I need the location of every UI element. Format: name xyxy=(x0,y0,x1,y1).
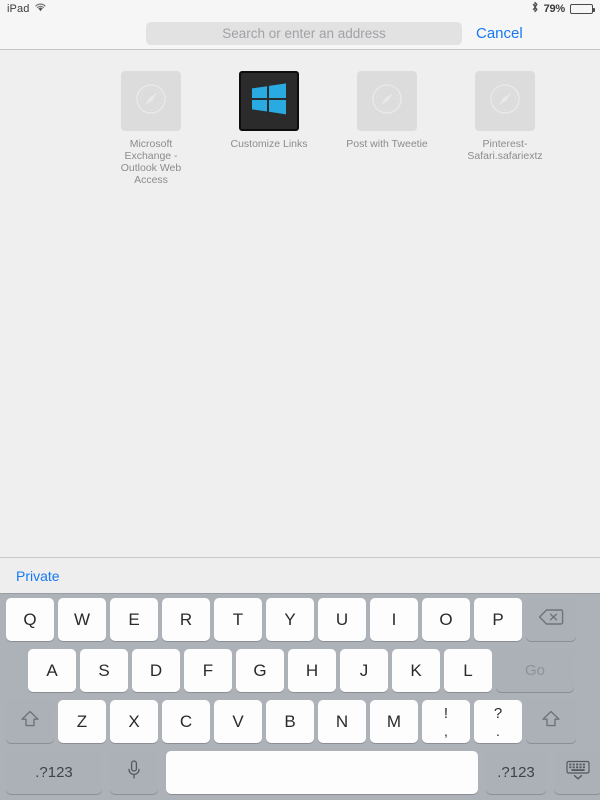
keyboard-row-2: A S D F G H J K L Go xyxy=(0,649,600,696)
private-button[interactable]: Private xyxy=(16,568,60,584)
bookmark-thumbnail xyxy=(475,71,535,131)
shift-key-left[interactable] xyxy=(6,700,54,743)
key-Z[interactable]: Z xyxy=(58,700,106,743)
key-X[interactable]: X xyxy=(110,700,158,743)
windows-logo-icon xyxy=(250,82,288,121)
space-key[interactable] xyxy=(166,751,478,794)
numeric-key-left[interactable]: .?123 xyxy=(6,751,102,794)
ipad-safari-screen: iPad 79% Search or enter an address Canc… xyxy=(0,0,600,800)
key-comma-label: , xyxy=(444,722,448,739)
hide-keyboard-icon xyxy=(564,759,592,786)
numeric-key-label: .?123 xyxy=(35,764,73,781)
safari-compass-icon xyxy=(485,79,525,124)
key-B[interactable]: B xyxy=(266,700,314,743)
hide-keyboard-key[interactable] xyxy=(554,751,600,794)
key-question-label: ? xyxy=(493,704,503,722)
key-T[interactable]: T xyxy=(214,598,262,641)
key-A[interactable]: A xyxy=(28,649,76,692)
key-V[interactable]: V xyxy=(214,700,262,743)
key-period-label: . xyxy=(496,722,500,739)
safari-compass-icon xyxy=(131,79,171,124)
key-I[interactable]: I xyxy=(370,598,418,641)
address-bar[interactable]: Search or enter an address xyxy=(146,21,462,45)
bookmark-label: Pinterest-Safari.safariextz xyxy=(467,138,543,162)
key-U[interactable]: U xyxy=(318,598,366,641)
key-M[interactable]: M xyxy=(370,700,418,743)
numeric-key-label: .?123 xyxy=(497,764,535,781)
device-name-label: iPad xyxy=(7,2,30,15)
key-W[interactable]: W xyxy=(58,598,106,641)
numeric-key-right[interactable]: .?123 xyxy=(486,751,546,794)
address-bar-placeholder: Search or enter an address xyxy=(222,25,386,41)
key-R[interactable]: R xyxy=(162,598,210,641)
shift-icon xyxy=(540,709,562,734)
key-H[interactable]: H xyxy=(288,649,336,692)
key-L[interactable]: L xyxy=(444,649,492,692)
key-E[interactable]: E xyxy=(110,598,158,641)
bookmark-item-customize-links[interactable]: Customize Links xyxy=(224,71,314,186)
private-browsing-bar: Private xyxy=(0,557,600,593)
key-N[interactable]: N xyxy=(318,700,366,743)
key-S[interactable]: S xyxy=(80,649,128,692)
key-Y[interactable]: Y xyxy=(266,598,314,641)
keyboard-row-1: Q W E R T Y U I O P xyxy=(0,598,600,645)
microphone-icon xyxy=(127,759,141,786)
key-O[interactable]: O xyxy=(422,598,470,641)
cancel-button[interactable]: Cancel xyxy=(476,25,523,42)
key-K[interactable]: K xyxy=(392,649,440,692)
backspace-key[interactable] xyxy=(526,598,576,641)
battery-icon xyxy=(570,3,595,14)
backspace-icon xyxy=(538,608,564,631)
bluetooth-icon xyxy=(531,1,539,16)
key-G[interactable]: G xyxy=(236,649,284,692)
bookmarks-content-area: Microsoft Exchange - Outlook Web Access … xyxy=(0,51,600,557)
bookmark-thumbnail xyxy=(239,71,299,131)
shift-icon xyxy=(19,709,41,734)
key-D[interactable]: D xyxy=(132,649,180,692)
status-bar: iPad 79% xyxy=(0,0,600,17)
status-bar-left: iPad xyxy=(7,2,47,15)
bookmark-item-outlook[interactable]: Microsoft Exchange - Outlook Web Access xyxy=(106,71,196,186)
go-key[interactable]: Go xyxy=(496,649,574,692)
wifi-icon xyxy=(34,2,47,15)
browser-toolbar: Search or enter an address Cancel xyxy=(0,17,600,50)
key-exclamation-label: ! xyxy=(443,704,449,722)
onscreen-keyboard: Q W E R T Y U I O P A S D F G H J K L Go… xyxy=(0,593,600,800)
bookmark-label: Microsoft Exchange - Outlook Web Access xyxy=(120,138,182,186)
key-F[interactable]: F xyxy=(184,649,232,692)
bookmark-label: Customize Links xyxy=(230,138,308,150)
shift-key-right[interactable] xyxy=(526,700,576,743)
keyboard-row-3: Z X C V B N M ! , ? . xyxy=(0,700,600,747)
bookmark-grid: Microsoft Exchange - Outlook Web Access … xyxy=(0,51,600,186)
dictation-key[interactable] xyxy=(110,751,158,794)
bookmark-item-pinterest[interactable]: Pinterest-Safari.safariextz xyxy=(460,71,550,186)
status-bar-right: 79% xyxy=(531,1,595,16)
key-J[interactable]: J xyxy=(340,649,388,692)
go-key-label: Go xyxy=(524,662,545,679)
bookmark-label: Post with Tweetie xyxy=(346,138,428,150)
bookmark-thumbnail xyxy=(357,71,417,131)
key-exclamation-comma[interactable]: ! , xyxy=(422,700,470,743)
keyboard-row-4: .?123 .?123 xyxy=(0,751,600,798)
battery-percent-label: 79% xyxy=(543,2,566,15)
bookmark-item-tweetie[interactable]: Post with Tweetie xyxy=(342,71,432,186)
bookmark-thumbnail xyxy=(121,71,181,131)
safari-compass-icon xyxy=(367,79,407,124)
key-Q[interactable]: Q xyxy=(6,598,54,641)
key-P[interactable]: P xyxy=(474,598,522,641)
key-question-period[interactable]: ? . xyxy=(474,700,522,743)
key-C[interactable]: C xyxy=(162,700,210,743)
